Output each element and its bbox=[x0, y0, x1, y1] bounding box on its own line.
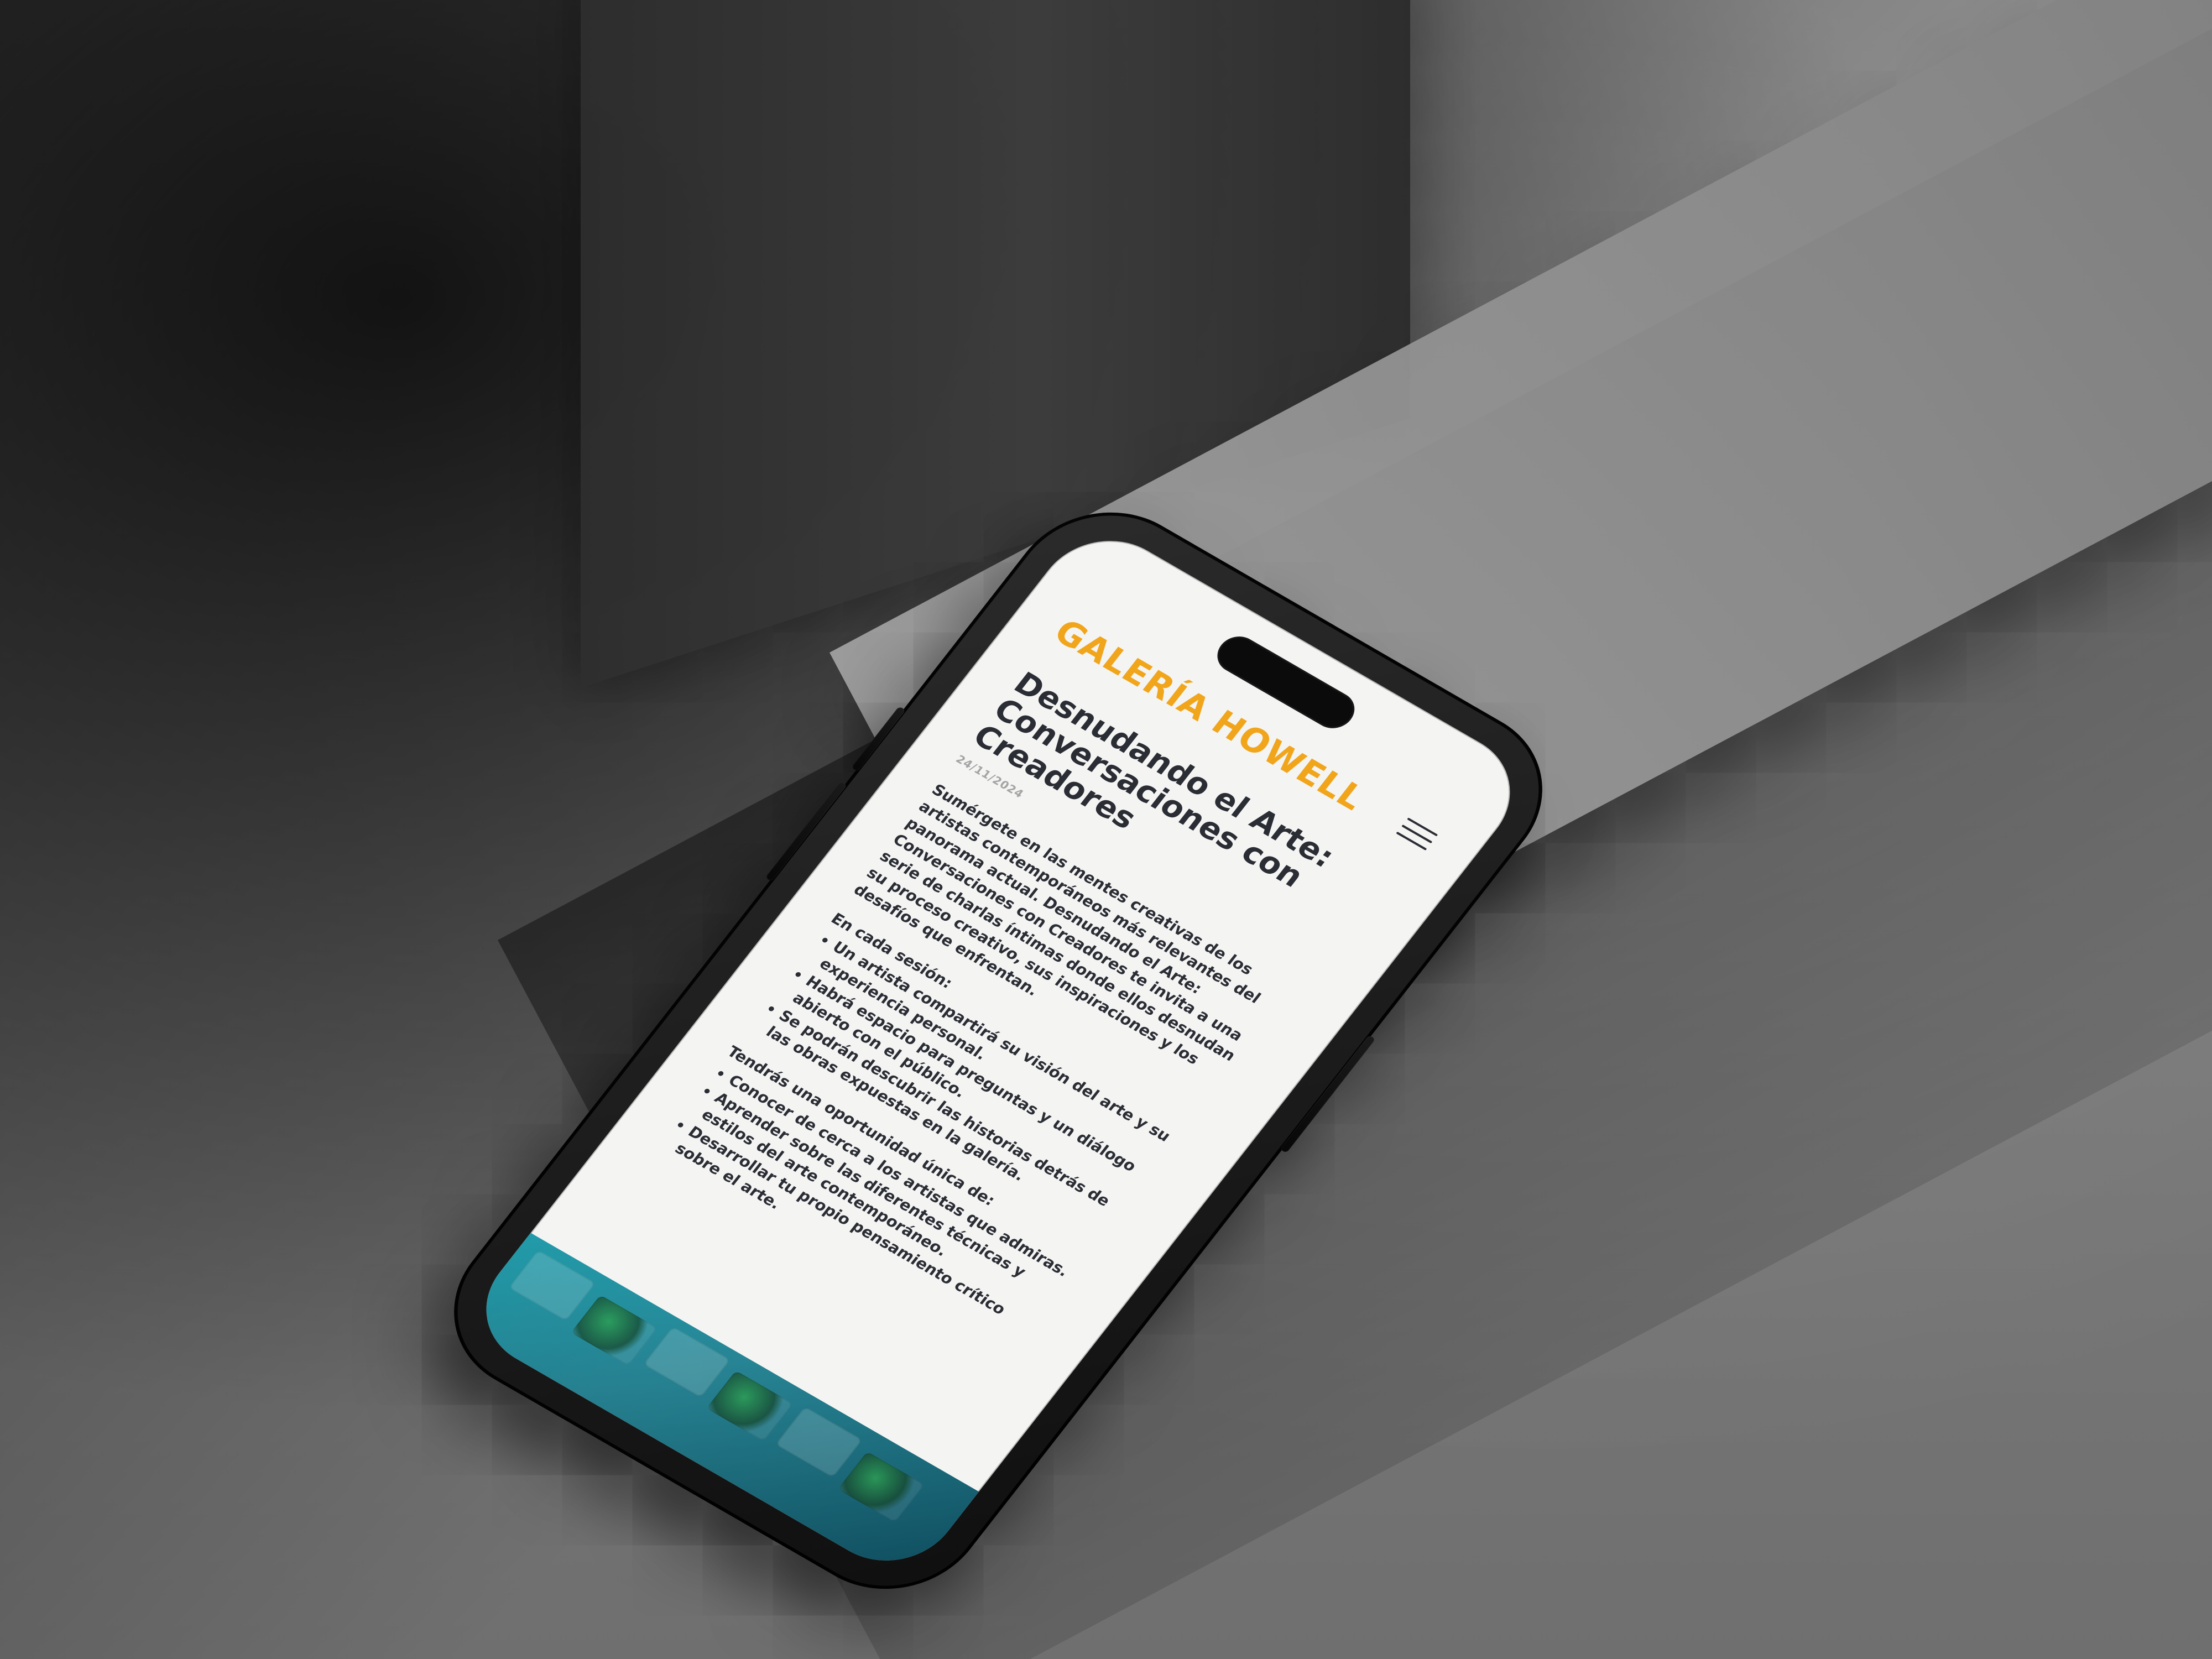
gallery-tile bbox=[643, 1326, 731, 1398]
menu-button[interactable] bbox=[1387, 809, 1447, 859]
concrete-scene: GALERÍA HOWELL Desnudando el Arte: Conve… bbox=[0, 0, 2212, 1659]
gallery-tile bbox=[775, 1406, 863, 1478]
gallery-tile-plant bbox=[571, 1295, 658, 1366]
hamburger-icon bbox=[1387, 809, 1447, 859]
gallery-tile-plant bbox=[706, 1370, 794, 1442]
gallery-tile-plant bbox=[837, 1451, 925, 1523]
gallery-tile bbox=[508, 1250, 596, 1321]
